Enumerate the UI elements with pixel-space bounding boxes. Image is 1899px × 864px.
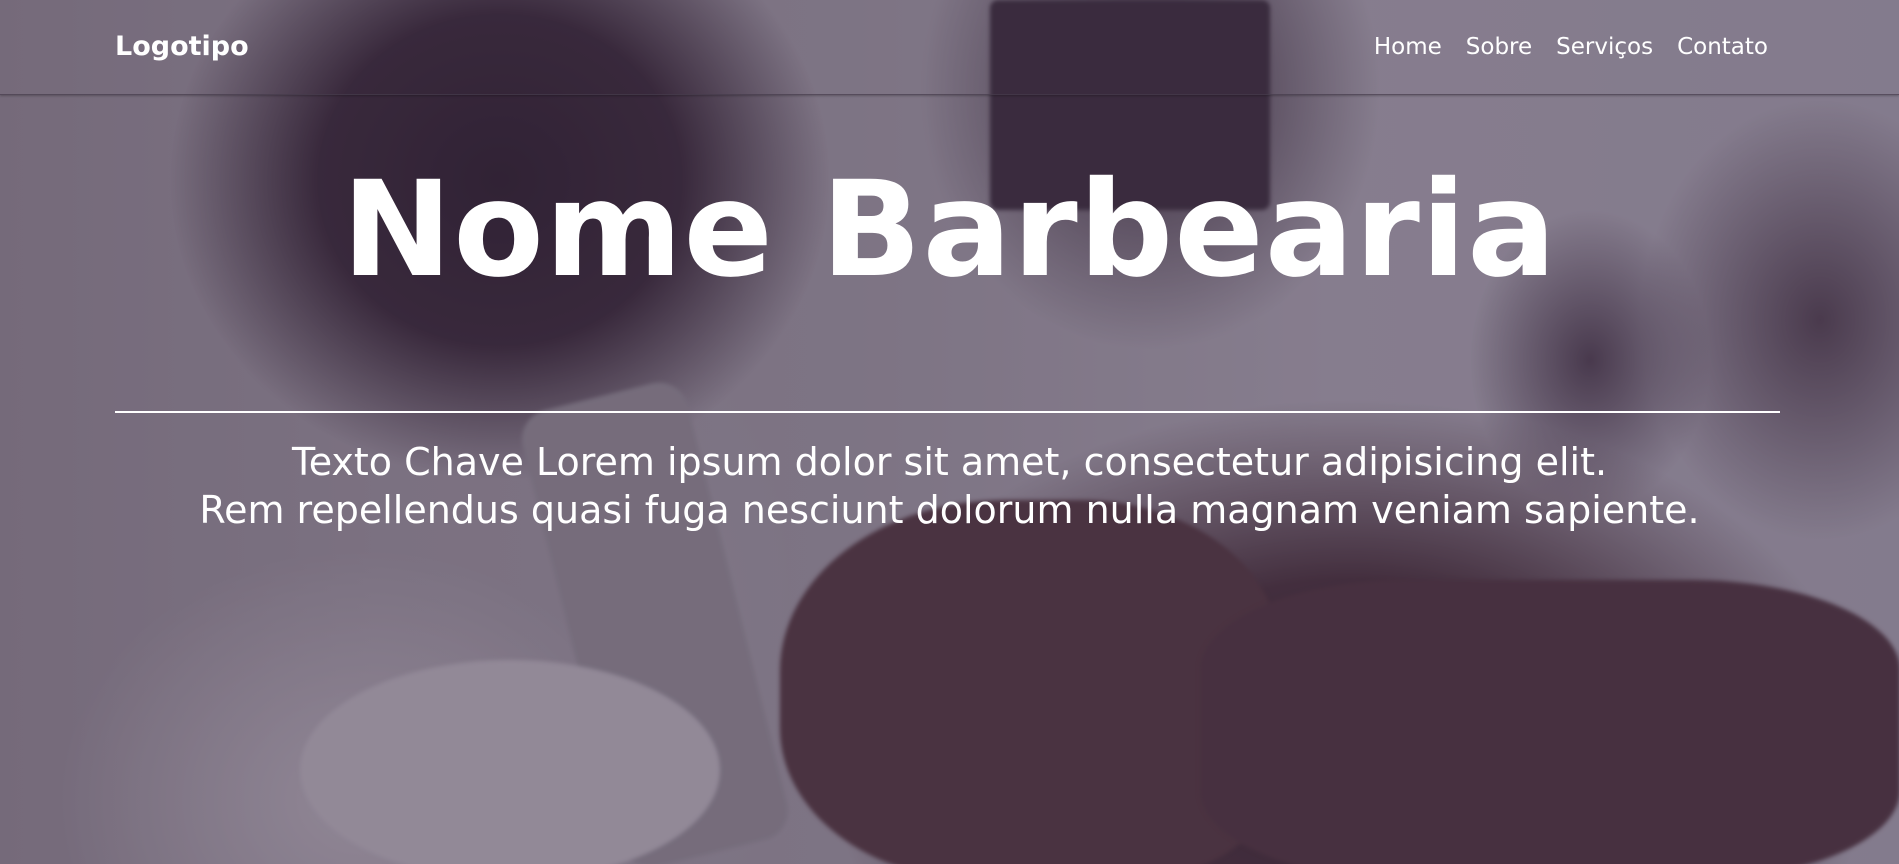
- top-navbar: Logotipo Home Sobre Serviços Contato: [0, 0, 1899, 95]
- hero-title: Nome Barbearia: [341, 153, 1558, 307]
- tagline-line-1: Texto Chave Lorem ipsum dolor sit amet, …: [291, 440, 1608, 484]
- tagline-line-2: Rem repellendus quasi fuga nesciunt dolo…: [199, 488, 1700, 532]
- nav-link-contato[interactable]: Contato: [1677, 31, 1768, 63]
- hero-divider: [115, 411, 1780, 413]
- nav-menu: Home Sobre Serviços Contato: [1374, 31, 1768, 63]
- nav-link-home[interactable]: Home: [1374, 31, 1442, 63]
- nav-link-sobre[interactable]: Sobre: [1466, 31, 1532, 63]
- logo-link[interactable]: Logotipo: [115, 30, 249, 64]
- nav-link-servicos[interactable]: Serviços: [1556, 31, 1653, 63]
- hero-section: Logotipo Home Sobre Serviços Contato Nom…: [0, 0, 1899, 864]
- hero-tagline: Texto Chave Lorem ipsum dolor sit amet, …: [0, 438, 1899, 534]
- hero-overlay: [0, 0, 1899, 864]
